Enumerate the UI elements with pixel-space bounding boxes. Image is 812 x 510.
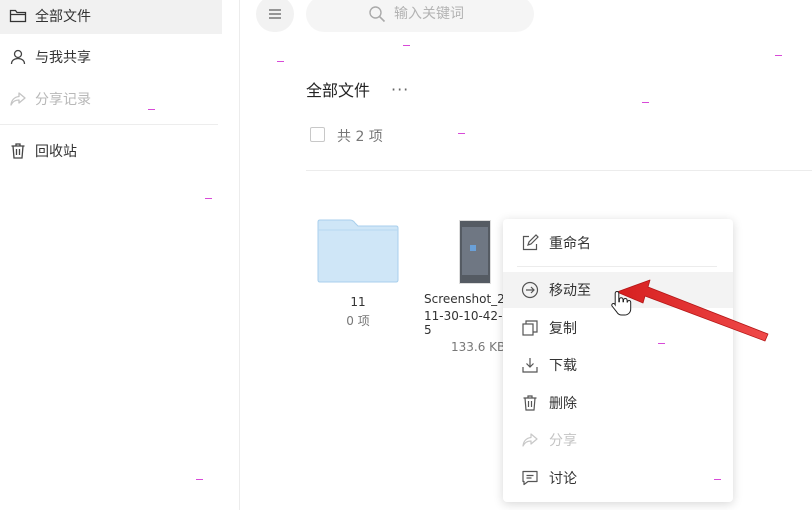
file-name-line1: Screenshot_20	[424, 292, 510, 306]
menu-item-delete[interactable]: 删除	[503, 385, 733, 421]
trash-icon	[9, 142, 27, 160]
menu-item-label: 讨论	[549, 471, 577, 487]
folder-icon	[9, 7, 27, 25]
file-name: 11	[350, 295, 366, 309]
artifact	[403, 45, 410, 46]
select-all-checkbox[interactable]	[310, 127, 325, 142]
copy-icon	[521, 319, 539, 337]
sidebar-item-shared-with-me[interactable]: 与我共享	[0, 39, 222, 75]
sidebar-item-share-history[interactable]: 分享记录	[0, 81, 222, 117]
folder-icon	[316, 218, 400, 287]
sidebar-item-label: 全部文件	[35, 9, 91, 25]
artifact	[277, 61, 284, 62]
trash-icon	[521, 394, 539, 412]
menu-item-download[interactable]: 下载	[503, 347, 733, 383]
item-count: 共 2 项	[337, 129, 383, 145]
move-icon	[521, 281, 539, 299]
artifact	[148, 109, 155, 110]
page-title: 全部文件	[306, 81, 371, 100]
thumbnail-mark	[470, 245, 476, 251]
sidebar-item-all-files[interactable]: 全部文件	[0, 0, 222, 34]
file-item-folder[interactable]: 11 0 项	[316, 218, 400, 329]
menu-item-label: 下载	[549, 358, 577, 374]
person-icon	[9, 48, 27, 66]
menu-item-label: 分享	[549, 433, 577, 449]
share-icon	[9, 90, 27, 108]
more-options-button[interactable]: ···	[391, 80, 409, 99]
file-item-screenshot[interactable]: Screenshot_20 11-30-10-42-5 133.6 KB	[418, 292, 510, 354]
sidebar-item-label: 与我共享	[35, 50, 91, 66]
artifact	[458, 133, 465, 134]
context-menu: 重命名 移动至 复制 下载 删除 分享 讨论	[503, 219, 733, 502]
sidebar-item-label: 分享记录	[35, 92, 91, 108]
edit-icon	[521, 234, 539, 252]
menu-toggle-button[interactable]	[256, 0, 294, 32]
search-icon	[368, 5, 386, 23]
artifact	[205, 198, 212, 199]
artifact	[196, 479, 203, 480]
hamburger-icon	[268, 5, 282, 24]
sidebar-item-label: 回收站	[35, 144, 77, 160]
share-icon	[521, 431, 539, 449]
menu-item-label: 删除	[549, 396, 577, 412]
menu-item-label: 移动至	[549, 283, 591, 299]
sidebar: 全部文件 与我共享 分享记录 回收站	[0, 0, 240, 510]
artifact	[642, 102, 649, 103]
sidebar-divider	[0, 124, 218, 125]
file-name-line2: 11-30-10-42-5	[424, 309, 503, 337]
file-meta: 0 项	[346, 314, 370, 328]
menu-item-share[interactable]: 分享	[503, 422, 733, 458]
artifact	[714, 479, 721, 480]
sidebar-item-recycle-bin[interactable]: 回收站	[0, 133, 222, 169]
search-input[interactable]	[394, 6, 514, 22]
artifact	[775, 55, 782, 56]
menu-divider	[517, 266, 717, 267]
file-size: 133.6 KB	[451, 340, 506, 354]
image-thumbnail[interactable]	[459, 220, 491, 284]
divider	[306, 170, 812, 171]
comment-icon	[521, 469, 539, 487]
menu-item-rename[interactable]: 重命名	[503, 225, 733, 261]
download-icon	[521, 356, 539, 374]
search-box[interactable]	[306, 0, 534, 32]
menu-item-discuss[interactable]: 讨论	[503, 460, 733, 496]
menu-item-label: 重命名	[549, 236, 591, 252]
menu-item-label: 复制	[549, 321, 577, 337]
thumbnail-content	[462, 227, 488, 275]
hand-cursor-icon	[611, 290, 632, 316]
artifact	[658, 343, 665, 344]
